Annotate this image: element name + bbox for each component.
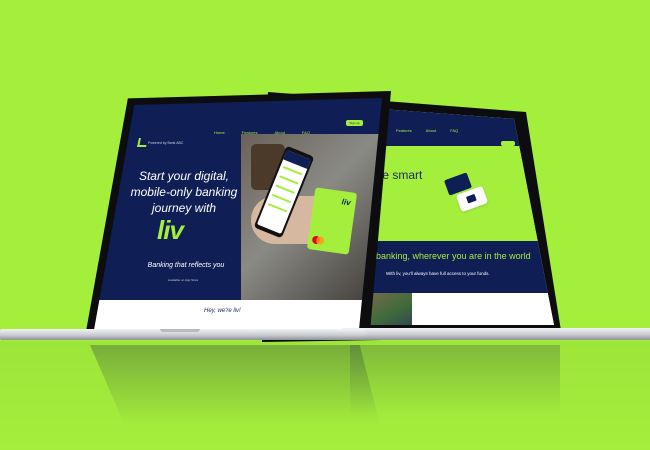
front-nav-button-label: Sign up (349, 121, 360, 125)
back-site-nav: Features About FAQ (396, 128, 458, 133)
back-nav-link[interactable]: Features (396, 128, 412, 133)
floor-reflection (0, 341, 650, 450)
back-nav-link[interactable]: About (426, 128, 436, 133)
back-band-subtitle: With liv, you'll always have full access… (386, 271, 490, 276)
app-store-link[interactable]: Available on App Store (168, 278, 198, 282)
back-nav-link[interactable]: FAQ (450, 128, 458, 133)
phone-list-row (275, 184, 295, 194)
hero-headline-line: Start your digital, (138, 169, 230, 183)
front-nav-button[interactable]: Sign up (346, 120, 363, 126)
back-band-title: /7 banking, wherever you are in the worl… (366, 251, 531, 261)
laptop-mockup-scene: Features About FAQ y the smart /7 bankin… (0, 0, 650, 450)
phone-app-header (283, 150, 312, 170)
front-laptop-screen: Powered by Bank ABC Home Features About … (94, 98, 382, 330)
hero-photo: liv (241, 134, 382, 300)
card-logo: liv (341, 197, 352, 208)
brand-wordmark: liv (157, 215, 184, 245)
phone-list-row (279, 175, 299, 185)
phone-list-row (267, 203, 288, 213)
phone-list-row (282, 166, 303, 176)
powered-by-text: Powered by Bank ABC (148, 141, 184, 145)
hero-tagline: Banking that reflects you (147, 262, 225, 269)
hero-headline-line: journey with (151, 201, 217, 215)
front-laptop-reflection (90, 345, 380, 425)
mastercard-icon (312, 235, 325, 245)
liv-logo-icon[interactable] (137, 138, 148, 147)
intro-heading: Hey, we're liv! (204, 308, 241, 314)
hero-headline: Start your digital, mobile-only banking … (126, 168, 242, 216)
back-laptop-reflection (350, 345, 560, 415)
hero-headline-line: mobile-only banking (130, 185, 238, 199)
front-nav-link[interactable]: Home (214, 130, 225, 135)
bank-card-graphic: liv (306, 187, 358, 255)
laptop-notch (160, 329, 200, 332)
phone-list-row (271, 193, 292, 204)
back-laptop-base (340, 328, 650, 340)
front-site-intro: Hey, we're liv! (94, 300, 382, 330)
